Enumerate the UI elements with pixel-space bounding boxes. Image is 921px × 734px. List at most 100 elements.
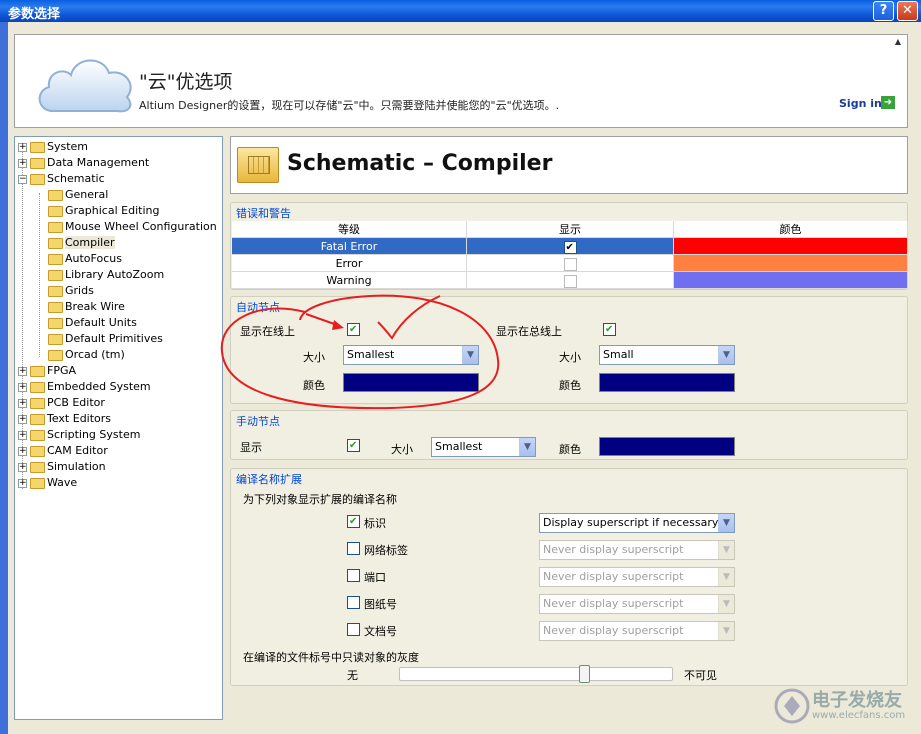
tree-node[interactable]: Default Units	[48, 315, 137, 331]
error-color-swatch[interactable]	[674, 255, 908, 272]
compiled-name-label: 端口	[364, 571, 386, 584]
tree-node[interactable]: Compiler	[48, 235, 115, 251]
superscript-select[interactable]: Never display superscript ▼	[539, 540, 735, 560]
tree-node-label: PCB Editor	[47, 396, 105, 409]
superscript-select[interactable]: Display superscript if necessary ▼	[539, 513, 735, 533]
compiled-name-checkbox[interactable]	[347, 515, 360, 528]
chevron-down-icon[interactable]: ▼	[718, 346, 734, 364]
arrow-right-icon[interactable]: ➜	[881, 96, 895, 109]
table-row[interactable]: Fatal Error	[232, 238, 908, 255]
error-color-swatch[interactable]	[674, 272, 908, 289]
superscript-select-value: Never display superscript	[543, 597, 684, 610]
bus-size-select[interactable]: Small ▼	[599, 345, 735, 365]
dim-slider-thumb[interactable]	[579, 665, 591, 683]
compiled-name-checkbox[interactable]	[347, 596, 360, 609]
bus-junction-checkbox[interactable]	[603, 323, 616, 336]
tree-node[interactable]: General	[48, 187, 108, 203]
tree-node-label: Library AutoZoom	[65, 268, 165, 281]
chevron-down-icon[interactable]: ▼	[718, 568, 734, 586]
tree-node[interactable]: Break Wire	[48, 299, 125, 315]
expand-icon[interactable]: +	[18, 462, 27, 472]
wire-junction-checkbox[interactable]	[347, 323, 360, 336]
tree-node[interactable]: Default Primitives	[48, 331, 163, 347]
title-bar[interactable]: 参数选择 ? ✕	[0, 0, 921, 22]
help-button[interactable]: ?	[873, 1, 894, 21]
tree-node[interactable]: + Embedded System	[18, 379, 151, 395]
expand-icon[interactable]: +	[18, 382, 27, 392]
chevron-down-icon[interactable]: ▼	[519, 438, 535, 456]
tree-node[interactable]: Grids	[48, 283, 94, 299]
close-button[interactable]: ✕	[897, 1, 918, 21]
expand-icon[interactable]: +	[18, 142, 27, 152]
expand-icon[interactable]: +	[18, 398, 27, 408]
tree-node-label: Simulation	[47, 460, 106, 473]
dim-slider-track[interactable]	[399, 667, 673, 681]
table-row[interactable]: Error	[232, 255, 908, 272]
expand-icon[interactable]: +	[18, 446, 27, 456]
tree-node[interactable]: AutoFocus	[48, 251, 122, 267]
tree-node[interactable]: + CAM Editor	[18, 443, 108, 459]
expand-icon[interactable]: +	[18, 478, 27, 488]
tree-node[interactable]: Mouse Wheel Configuration	[48, 219, 217, 235]
collapse-icon[interactable]: −	[18, 174, 27, 184]
expand-icon[interactable]: +	[18, 366, 27, 376]
tree-node-label: General	[65, 188, 109, 201]
tree-node[interactable]: − Schematic	[18, 171, 105, 187]
tree-node[interactable]: Graphical Editing	[48, 203, 159, 219]
chevron-down-icon[interactable]: ▼	[462, 346, 478, 364]
compiled-names-group: 编译名称扩展 为下列对象显示扩展的编译名称 在编译的文件标号中只读对象的灰度 无…	[230, 468, 908, 686]
tree-node-label: AutoFocus	[65, 252, 122, 265]
tree-node[interactable]: + Simulation	[18, 459, 106, 475]
manual-size-label: 大小	[391, 443, 413, 456]
superscript-select[interactable]: Never display superscript ▼	[539, 594, 735, 614]
expand-icon[interactable]: +	[18, 430, 27, 440]
chevron-down-icon[interactable]: ▼	[718, 622, 734, 640]
tree-node[interactable]: + Data Management	[18, 155, 149, 171]
wire-size-select[interactable]: Smallest ▼	[343, 345, 479, 365]
tree-node[interactable]: + System	[18, 139, 88, 155]
folder-icon	[48, 349, 63, 361]
tree-node[interactable]: Library AutoZoom	[48, 267, 164, 283]
compiled-name-checkbox[interactable]	[347, 542, 360, 555]
bus-color-swatch[interactable]	[599, 373, 735, 392]
folder-icon	[30, 413, 45, 425]
compiled-name-checkbox[interactable]	[347, 569, 360, 582]
chevron-down-icon[interactable]: ▼	[718, 541, 734, 559]
manual-color-swatch[interactable]	[599, 437, 735, 456]
error-show-cell	[467, 255, 674, 272]
tree-node[interactable]: + Text Editors	[18, 411, 111, 427]
superscript-select[interactable]: Never display superscript ▼	[539, 621, 735, 641]
table-row[interactable]: Warning	[232, 272, 908, 289]
auto-junction-title: 自动节点	[236, 301, 280, 314]
folder-icon	[30, 141, 45, 153]
tree-node[interactable]: Orcad (tm)	[48, 347, 125, 363]
wire-color-label: 颜色	[303, 379, 325, 392]
expand-icon[interactable]: +	[18, 414, 27, 424]
collapse-icon[interactable]: ▲	[893, 37, 903, 47]
signin-link[interactable]: Sign in	[839, 97, 882, 110]
tree-node[interactable]: + Scripting System	[18, 427, 140, 443]
expand-icon[interactable]: +	[18, 158, 27, 168]
folder-icon	[48, 333, 63, 345]
schematic-icon	[237, 147, 279, 183]
preferences-tree[interactable]: + System + Data Management − Schematic General…	[14, 136, 223, 720]
tree-node-label: Text Editors	[47, 412, 112, 425]
tree-node[interactable]: + PCB Editor	[18, 395, 105, 411]
compiled-name-checkbox[interactable]	[347, 623, 360, 636]
tree-node[interactable]: + FPGA	[18, 363, 76, 379]
tree-node[interactable]: + Wave	[18, 475, 77, 491]
error-show-cell	[467, 238, 674, 255]
column-header-color: 颜色	[674, 221, 908, 238]
wire-junction-label: 显示在线上	[240, 325, 295, 338]
manual-show-checkbox[interactable]	[347, 439, 360, 452]
chevron-down-icon[interactable]: ▼	[718, 595, 734, 613]
error-show-checkbox[interactable]	[563, 257, 577, 271]
error-show-checkbox[interactable]	[563, 240, 577, 254]
manual-size-select[interactable]: Smallest ▼	[431, 437, 536, 457]
folder-icon	[30, 365, 45, 377]
superscript-select[interactable]: Never display superscript ▼	[539, 567, 735, 587]
error-show-checkbox[interactable]	[563, 274, 577, 288]
error-color-swatch[interactable]	[674, 238, 908, 255]
wire-color-swatch[interactable]	[343, 373, 479, 392]
chevron-down-icon[interactable]: ▼	[718, 514, 734, 532]
